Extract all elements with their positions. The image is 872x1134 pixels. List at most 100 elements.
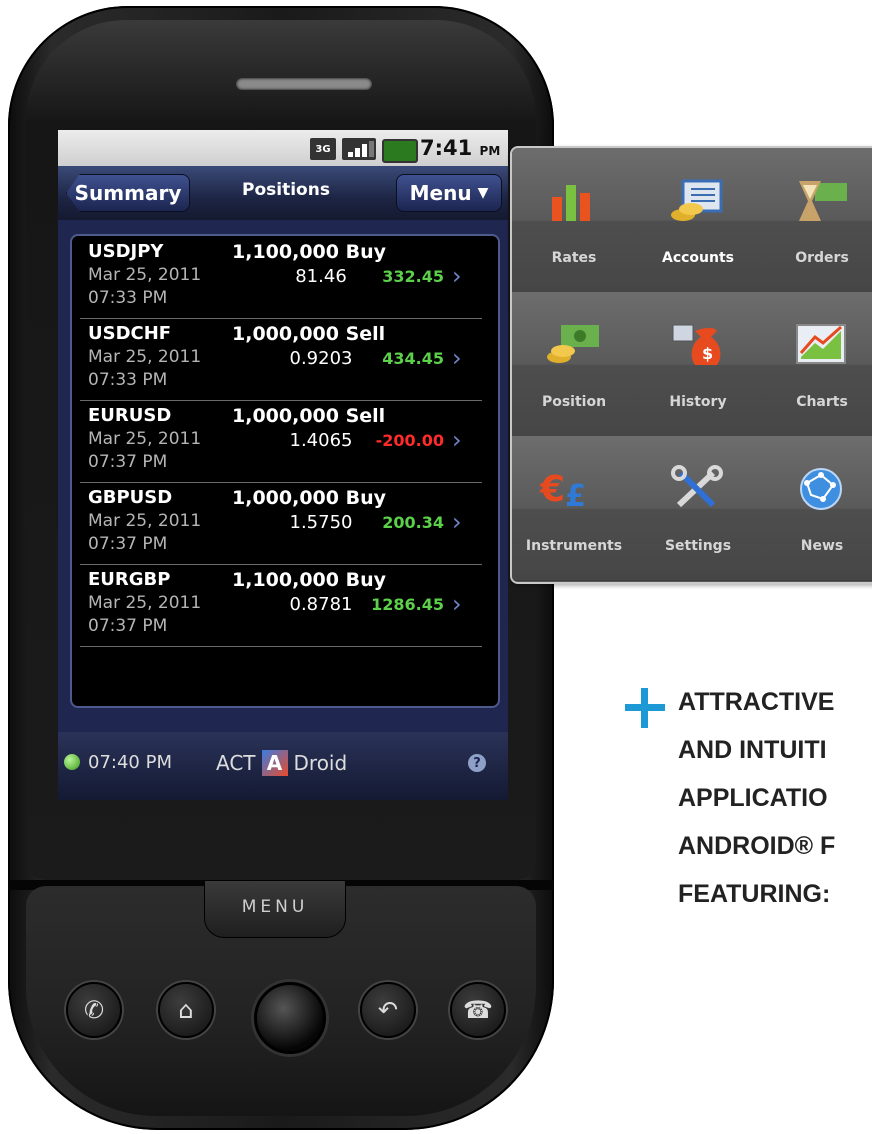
position-amount: 1,000,000 Buy: [232, 487, 386, 509]
tagline-line: APPLICATIO: [678, 784, 828, 812]
position-date: Mar 25, 2011: [88, 593, 202, 613]
currency-symbols-icon: € £: [540, 468, 586, 514]
position-pair: USDJPY: [88, 241, 164, 262]
position-pl: 200.34: [382, 513, 444, 532]
connection-status-icon: [64, 754, 80, 770]
act-logo-icon: A: [261, 750, 288, 776]
menu-tile-label: Orders: [795, 250, 849, 266]
money-bag-icon: $: [668, 320, 726, 370]
menu-tile-label: Instruments: [525, 538, 623, 554]
brand-right: Droid: [293, 751, 348, 775]
position-pl: -200.00: [375, 431, 444, 450]
position-price: 0.9203: [289, 348, 353, 369]
position-amount: 1,000,000 Sell: [232, 323, 386, 345]
network-3g-icon: 3G: [310, 138, 336, 160]
chevron-right-icon: ›: [452, 590, 462, 618]
chevron-right-icon: ›: [452, 344, 462, 372]
position-row[interactable]: EURUSD 1,000,000 Sell Mar 25, 2011 1.406…: [80, 400, 482, 483]
cash-coins-icon: [544, 320, 602, 370]
position-pair: EURGBP: [88, 569, 171, 590]
position-date: Mar 25, 2011: [88, 511, 202, 531]
bar-chart-icon: [544, 176, 602, 226]
position-pair: GBPUSD: [88, 487, 173, 508]
menu-tile-accounts[interactable]: Accounts: [636, 148, 761, 293]
menu-tile-label: News: [800, 538, 844, 554]
position-amount: 1,100,000 Buy: [232, 569, 386, 591]
position-time: 07:33 PM: [88, 288, 168, 308]
position-row[interactable]: EURGBP 1,100,000 Buy Mar 25, 2011 0.8781…: [80, 564, 482, 647]
phone-screen: 3G 7:41 PM Summary Positions Menu ▼ USDJ…: [58, 130, 508, 800]
menu-tile-charts[interactable]: Charts: [760, 292, 872, 437]
app-footer: 07:40 PM ACT A Droid ?: [58, 732, 508, 800]
menu-tile-news[interactable]: News: [760, 436, 872, 581]
menu-tile-history[interactable]: $ History: [636, 292, 761, 437]
ledger-coins-icon: [668, 176, 726, 226]
svg-text:$: $: [702, 344, 713, 363]
help-icon[interactable]: ?: [468, 754, 486, 772]
position-date: Mar 25, 2011: [88, 429, 202, 449]
position-price: 1.5750: [289, 512, 353, 533]
menu-tile-label: Charts: [796, 394, 848, 410]
menu-button-label: Menu: [409, 181, 472, 205]
position-time: 07:37 PM: [88, 452, 168, 472]
status-time-value: 7:41: [420, 136, 473, 160]
position-time: 07:37 PM: [88, 534, 168, 554]
position-pl: 434.45: [382, 349, 444, 368]
position-pl: 332.45: [382, 267, 444, 286]
brand-left: ACT: [216, 751, 256, 775]
menu-tile-label: Position: [541, 394, 607, 410]
home-button-icon[interactable]: ⌂: [158, 982, 214, 1038]
tagline-line: AND INTUITI: [678, 736, 827, 764]
position-date: Mar 25, 2011: [88, 265, 202, 285]
signal-strength-icon: [342, 138, 376, 160]
menu-tile-orders[interactable]: Orders: [760, 148, 872, 293]
position-row[interactable]: USDJPY 1,100,000 Buy Mar 25, 2011 81.46 …: [80, 236, 482, 319]
page-title: Positions: [242, 180, 330, 200]
end-call-button-icon[interactable]: ☎: [450, 982, 506, 1038]
globe-icon: [792, 464, 850, 514]
position-price: 0.8781: [289, 594, 353, 615]
back-button-icon[interactable]: ↶: [360, 982, 416, 1038]
menu-button[interactable]: Menu ▼: [396, 174, 502, 212]
position-amount: 1,000,000 Sell: [232, 405, 386, 427]
menu-tile-rates[interactable]: Rates: [512, 148, 637, 293]
position-time: 07:37 PM: [88, 616, 168, 636]
trackball[interactable]: [254, 982, 326, 1054]
tools-icon: [668, 464, 726, 514]
status-time-ampm: PM: [479, 144, 501, 158]
summary-back-button[interactable]: Summary: [66, 174, 190, 212]
position-date: Mar 25, 2011: [88, 347, 202, 367]
footer-time: 07:40 PM: [88, 752, 172, 773]
positions-list: USDJPY 1,100,000 Buy Mar 25, 2011 81.46 …: [70, 234, 500, 708]
position-price: 81.46: [295, 266, 347, 287]
battery-charging-icon: [382, 139, 418, 163]
chevron-right-icon: ›: [452, 262, 462, 290]
tagline-line: ATTRACTIVE: [678, 688, 835, 716]
menu-tile-label: Settings: [664, 538, 732, 554]
chevron-right-icon: ›: [452, 508, 462, 536]
menu-tile-label: Rates: [551, 250, 597, 266]
menu-tile-label: History: [669, 394, 727, 410]
chevron-right-icon: ›: [452, 426, 462, 454]
hardware-menu-label: MENU: [241, 897, 309, 917]
menu-tile-position[interactable]: Position: [512, 292, 637, 437]
position-pair: USDCHF: [88, 323, 172, 344]
position-pl: 1286.45: [371, 595, 444, 614]
call-button-icon[interactable]: ✆: [66, 982, 122, 1038]
menu-tile-label: Accounts: [661, 250, 734, 266]
hardware-menu-button[interactable]: MENU: [204, 880, 346, 938]
menu-tile-settings[interactable]: Settings: [636, 436, 761, 581]
tagline-line: FEATURING:: [678, 880, 831, 908]
positions-content: USDJPY 1,100,000 Buy Mar 25, 2011 81.46 …: [58, 220, 508, 732]
brand-logo: ACT A Droid: [216, 750, 347, 776]
position-time: 07:33 PM: [88, 370, 168, 390]
app-menu-grid: Rates Accounts Orders Position $ History…: [510, 146, 872, 584]
status-bar: 3G 7:41 PM: [58, 130, 508, 166]
app-header: Summary Positions Menu ▼: [58, 166, 508, 220]
menu-tile-instruments[interactable]: € £ Instruments: [512, 436, 637, 581]
position-price: 1.4065: [289, 430, 353, 451]
status-time: 7:41 PM: [420, 136, 500, 160]
chevron-down-icon: ▼: [477, 185, 489, 201]
position-row[interactable]: GBPUSD 1,000,000 Buy Mar 25, 2011 1.5750…: [80, 482, 482, 565]
position-row[interactable]: USDCHF 1,000,000 Sell Mar 25, 2011 0.920…: [80, 318, 482, 401]
